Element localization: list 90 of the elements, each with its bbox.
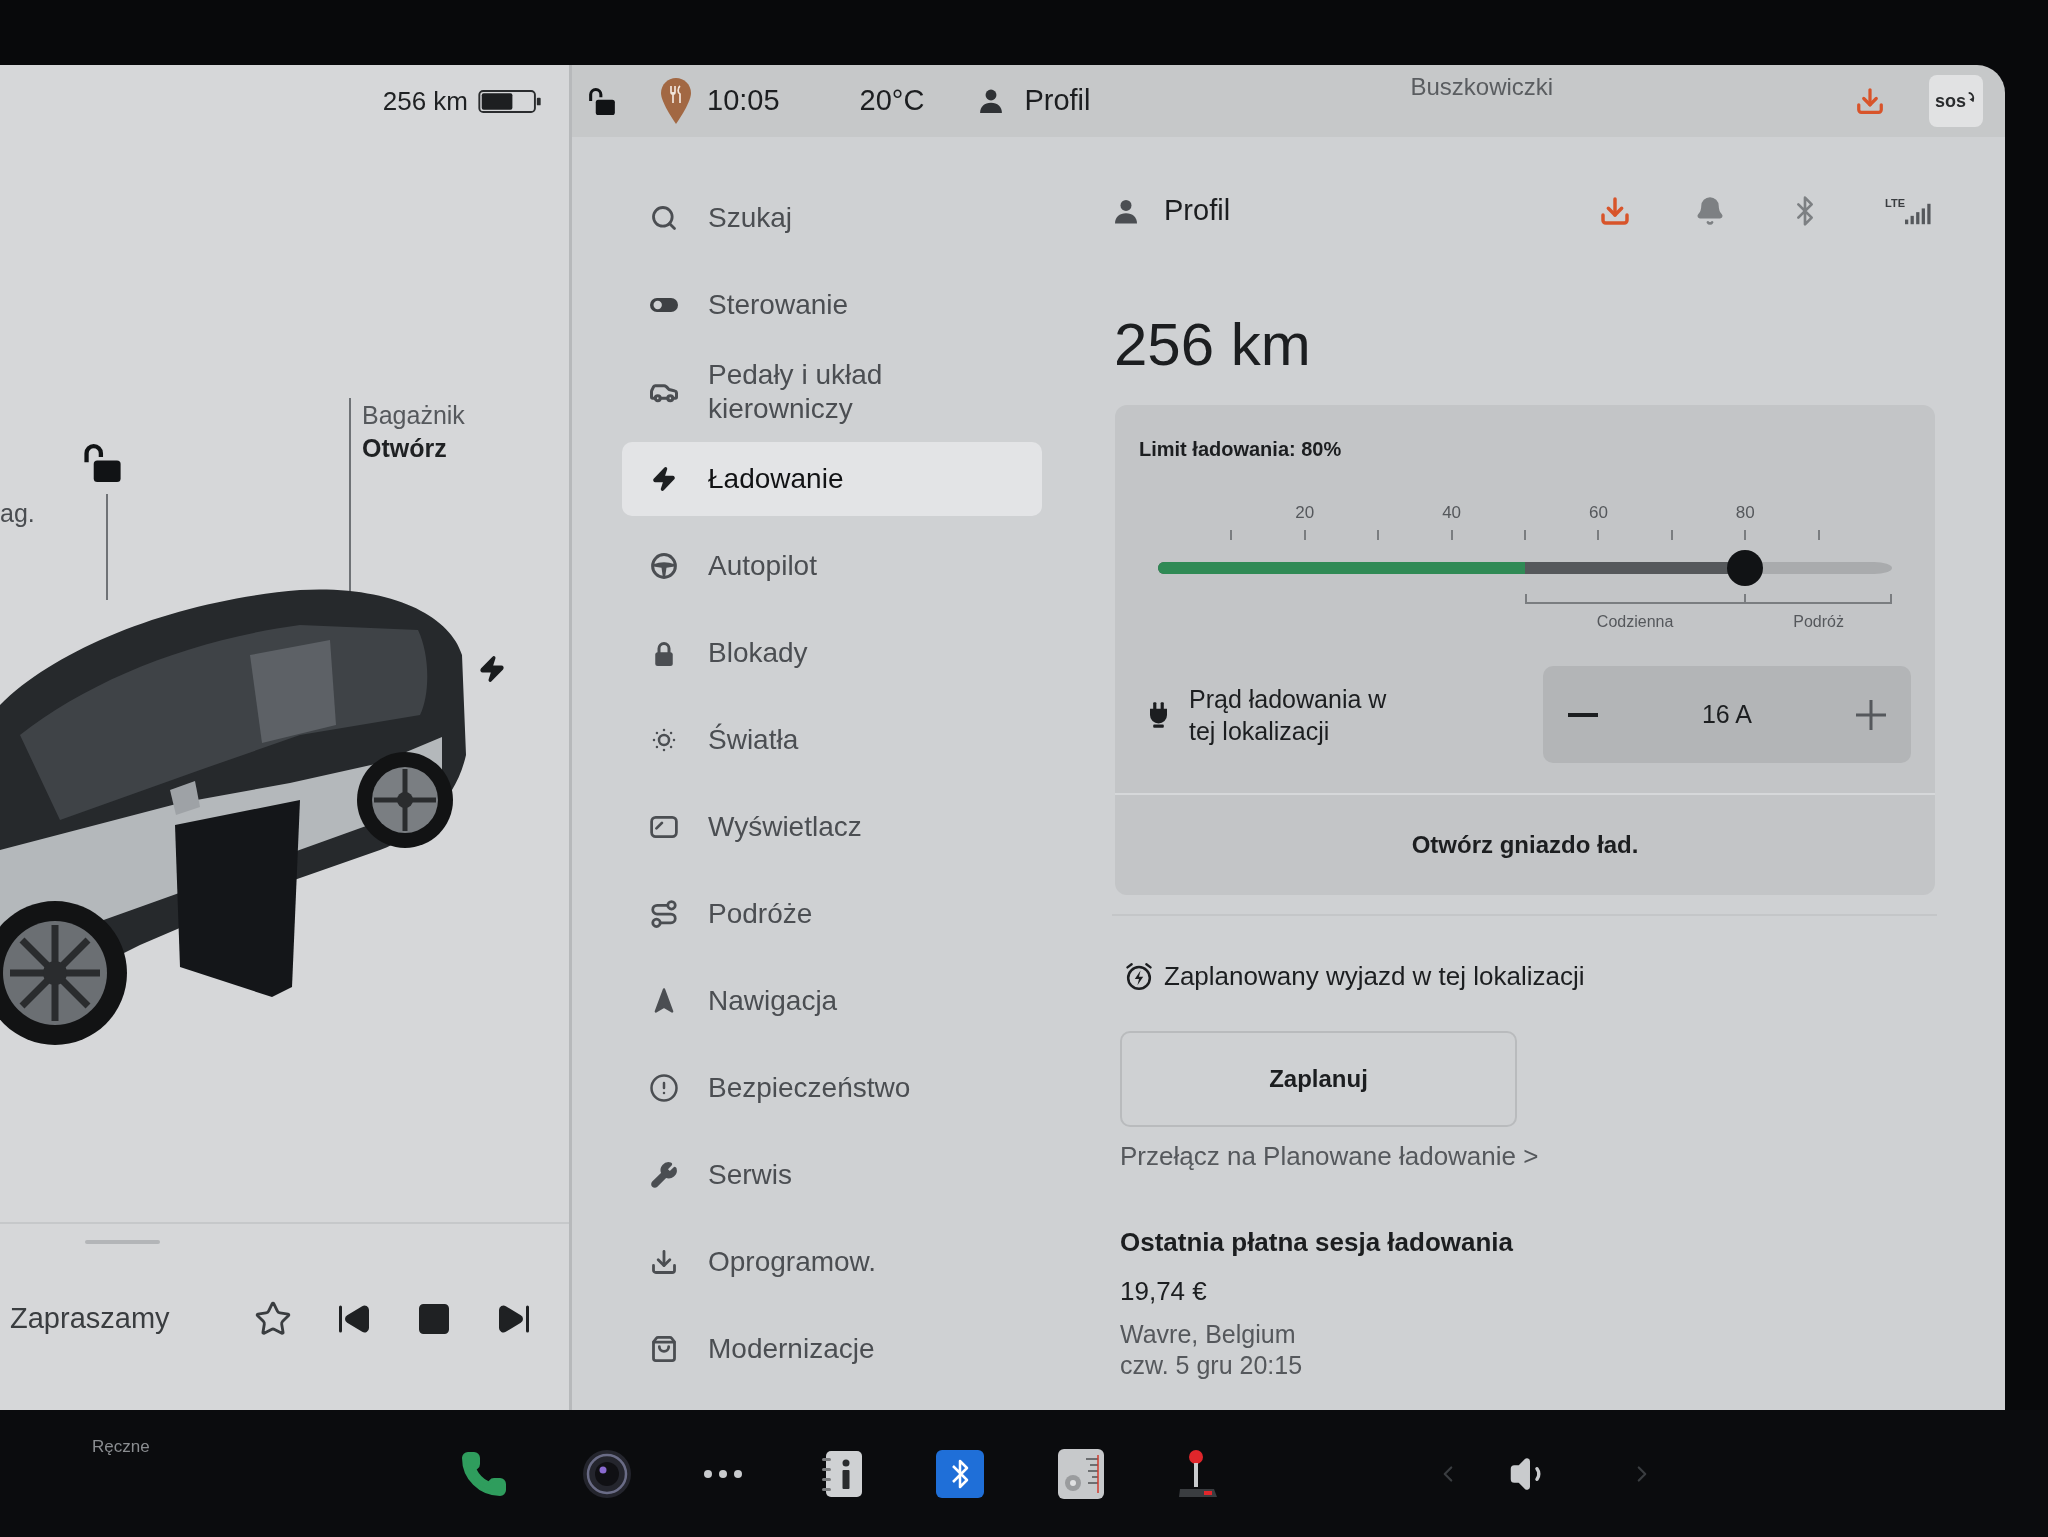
menu-item[interactable]: Nawigacja <box>622 964 1042 1038</box>
minus-icon <box>1568 712 1598 717</box>
zone-label: Codzienna <box>1596 612 1674 632</box>
lock-icon <box>654 640 674 666</box>
wrench-icon <box>650 1161 678 1189</box>
lightning-icon <box>651 465 677 493</box>
last-session-title: Ostatnia płatna sesja ładowania <box>1120 1226 1515 1258</box>
profile-text[interactable]: Profil <box>1024 79 1091 123</box>
phone-icon[interactable] <box>460 1449 508 1498</box>
unlocked-lock-icon[interactable] <box>84 444 121 482</box>
menu-item[interactable]: Szukaj <box>622 181 1042 255</box>
steering-wheel-icon <box>651 553 677 579</box>
tick-mark <box>1744 594 1747 604</box>
schedule-button[interactable]: Zaplanuj <box>1120 1031 1517 1127</box>
screen-icon <box>650 816 678 838</box>
tick-mark <box>1230 530 1233 540</box>
current-value: 16 A <box>1700 698 1754 730</box>
battery-icon <box>478 89 542 113</box>
menu-item[interactable]: Podróże <box>622 877 1042 951</box>
door-label: ag. <box>0 498 35 529</box>
restaurant-pin-icon <box>661 78 691 124</box>
scale-label: 40 <box>1442 502 1462 524</box>
session-location: Wavre, Belgium <box>1120 1319 1297 1350</box>
tick-mark <box>1670 530 1673 540</box>
climate-mode-label: Ręczne <box>92 1437 150 1456</box>
menu-item[interactable]: Oprogramow. <box>622 1225 1042 1299</box>
tick-mark <box>1377 530 1380 540</box>
signal-icon <box>1905 203 1931 225</box>
time-text: 10:05 <box>707 83 780 119</box>
drag-handle[interactable] <box>85 1240 160 1244</box>
tick-mark <box>1303 530 1306 540</box>
media-title: Zapraszamy <box>10 1301 170 1337</box>
menu-item[interactable]: Autopilot <box>622 529 1042 603</box>
open-trunk-link[interactable]: Otwórz <box>362 432 447 464</box>
plus-icon <box>1856 699 1886 730</box>
person-icon <box>1115 198 1137 224</box>
menu-item[interactable]: Blokady <box>622 616 1042 690</box>
menu-item[interactable]: Ładowanie <box>622 442 1042 516</box>
network-type-label: LTE <box>1885 197 1905 209</box>
profile-name[interactable]: Profil <box>1164 189 1231 233</box>
tick-mark <box>1524 530 1526 540</box>
open-charge-port-button[interactable]: Otwórz gniazdo ład. <box>1115 793 1935 895</box>
menu-item[interactable]: Bezpieczeństwo <box>622 1051 1042 1125</box>
alarm-clock-icon <box>1126 962 1152 990</box>
menu-item[interactable]: Modernizacje <box>622 1312 1042 1386</box>
bluetooth-icon[interactable] <box>936 1449 984 1498</box>
scheduled-charging-link[interactable]: Przełącz na Planowane ładowanie > <box>1120 1140 1937 1172</box>
session-date: czw. 5 gru 20:15 <box>1120 1350 1304 1381</box>
scale-label: 80 <box>1735 502 1755 524</box>
map-place-label: Buszkowiczki <box>1410 72 1554 102</box>
charging-current-label: Prąd ładowania w tej lokalizacji <box>1189 683 1388 747</box>
tick-mark <box>1744 530 1747 540</box>
favorite-star-icon[interactable] <box>253 1300 292 1338</box>
current-stepper[interactable]: 16 A <box>1543 666 1911 763</box>
tick-mark <box>1817 530 1820 540</box>
bag-icon <box>650 1335 678 1363</box>
download-icon[interactable] <box>1599 195 1632 227</box>
radio-icon[interactable] <box>1058 1448 1104 1499</box>
session-amount: 19,74 € <box>1120 1275 1208 1307</box>
charge-limit-label: Limit ładowania: 80% <box>1139 437 1343 461</box>
slider-thumb[interactable] <box>1727 550 1764 586</box>
menu-item[interactable]: Pedały i układ kierowniczy <box>622 355 1042 429</box>
scheduled-departure-title: Zaplanowany wyjazd w tej lokalizacji <box>1164 959 1585 993</box>
plug-icon <box>1150 701 1167 728</box>
notebook-info-icon[interactable] <box>822 1450 862 1497</box>
menu-item[interactable]: Wyświetlacz <box>622 790 1042 864</box>
scale-label: 20 <box>1295 502 1315 524</box>
download-icon <box>650 1248 678 1276</box>
scale-label: 60 <box>1588 502 1608 524</box>
sos-button[interactable]: sos <box>1929 75 1983 127</box>
tick-mark <box>1597 530 1600 540</box>
curved-arrow-icon <box>1967 91 1977 103</box>
joystick-icon[interactable] <box>1178 1448 1218 1499</box>
search-icon <box>650 204 678 232</box>
camera-icon[interactable] <box>582 1448 632 1499</box>
toggle-icon <box>650 298 678 312</box>
zone-label: Podróż <box>1793 612 1844 632</box>
trunk-label: Bagażnik <box>362 400 465 431</box>
route-icon <box>649 899 679 929</box>
unlocked-lock-icon[interactable] <box>589 87 615 115</box>
menu-item[interactable]: Sterowanie <box>622 268 1042 342</box>
range-text: 256 km <box>382 84 468 118</box>
temperature-text: 20°C <box>859 83 925 119</box>
menu-item[interactable]: Serwis <box>622 1138 1042 1212</box>
alert-icon <box>649 1073 679 1103</box>
more-dots-icon[interactable] <box>704 1469 742 1478</box>
menu-item[interactable]: Światła <box>622 703 1042 777</box>
person-icon <box>980 89 1003 113</box>
range-value: 256 km <box>1114 315 1312 375</box>
tick-mark <box>1450 530 1453 540</box>
